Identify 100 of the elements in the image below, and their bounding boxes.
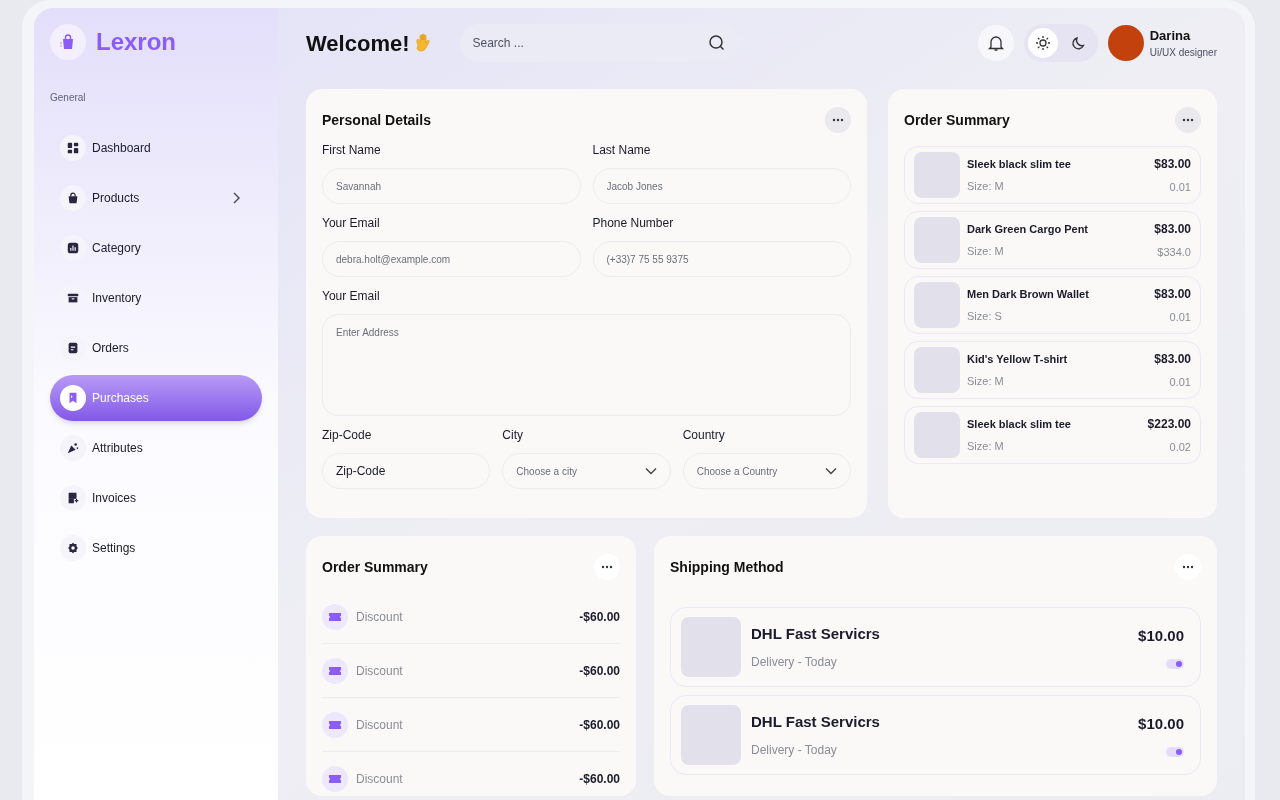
product-name: Sleek black slim tee	[967, 156, 1072, 172]
sidebar-item[interactable]: Orders	[50, 325, 262, 371]
chevron-down-icon	[644, 467, 657, 475]
discount-label: Discount	[356, 608, 404, 626]
discount-amount: -$60.00	[579, 716, 620, 734]
product-photo-placeholder	[914, 347, 960, 393]
product-subtotal: 0.02	[1169, 439, 1191, 455]
user-avatar[interactable]	[1107, 25, 1144, 61]
discount-amount: -$60.00	[579, 662, 620, 680]
section-label: General	[50, 91, 87, 105]
shipping-price: $10.00	[1138, 625, 1184, 646]
sidebar-item[interactable]: Settings	[50, 525, 262, 571]
field-label: Your Email	[322, 288, 381, 305]
more-icon	[1182, 565, 1194, 569]
settings-icon	[66, 541, 80, 555]
card-title: Order Summary	[322, 557, 428, 577]
shipping-option-card[interactable]: DHL Fast Servicrs Delivery - Today $10.00	[670, 695, 1201, 775]
discount-label: Discount	[356, 771, 404, 788]
card-title: Personal Details	[322, 110, 431, 130]
address-field[interactable]: Enter Address	[322, 314, 851, 416]
field-label: First Name	[322, 142, 382, 159]
toggle-switch[interactable]	[1166, 659, 1184, 670]
product-photo-placeholder	[681, 705, 741, 765]
shipping-name: DHL Fast Servicrs	[751, 711, 881, 732]
discount-label: Discount	[356, 662, 404, 680]
field-label: Your Email	[322, 215, 381, 232]
field-label: City	[502, 427, 524, 444]
product-subtotal: $334.0	[1157, 244, 1191, 260]
product-size: Size: M	[967, 439, 1005, 454]
discount-amount: -$60.00	[579, 608, 620, 626]
field-label: Last Name	[592, 142, 652, 159]
input-field[interactable]: debra.holt@example.com	[322, 241, 581, 277]
ticket-icon	[322, 711, 348, 738]
sidebar-item[interactable]: Attributes	[50, 425, 262, 471]
document-icon	[66, 341, 80, 355]
discount-label: Discount	[356, 716, 404, 734]
product-photo-placeholder	[914, 152, 960, 198]
logo-icon	[50, 24, 86, 60]
bag-icon	[66, 191, 80, 205]
light-mode-button[interactable]	[1027, 28, 1058, 58]
product-price: $223.00	[1147, 415, 1191, 433]
product-size: Size: M	[967, 179, 1005, 194]
more-icon	[601, 565, 613, 569]
delivery-time: Delivery - Today	[751, 654, 838, 672]
search-icon	[707, 34, 726, 52]
product-photo-placeholder	[914, 412, 960, 458]
input-field[interactable]: Jacob Jones	[592, 168, 851, 204]
moon-icon	[1070, 35, 1087, 51]
field-label: Country	[682, 427, 726, 444]
dropdown[interactable]: Choose a city	[502, 453, 671, 489]
field-label: Phone Number	[592, 215, 675, 232]
card-title: Shipping Method	[670, 557, 784, 577]
product-name: Sleek black slim tee	[967, 416, 1072, 432]
product-photo-placeholder	[914, 217, 960, 263]
shipping-option-card[interactable]: DHL Fast Servicrs Delivery - Today $10.00	[670, 607, 1201, 687]
page-title: Welcome!	[306, 29, 410, 58]
product-price: $83.00	[1154, 285, 1191, 303]
sun-icon	[1034, 35, 1051, 51]
shipping-name: DHL Fast Servicrs	[751, 623, 881, 644]
more-icon	[1182, 118, 1194, 122]
ticket-icon	[322, 657, 348, 684]
notification-button[interactable]	[977, 25, 1014, 61]
product-price: $83.00	[1154, 220, 1191, 238]
shipping-price: $10.00	[1138, 713, 1184, 734]
ticket-icon	[322, 603, 348, 630]
card-title: Order Summary	[904, 110, 1010, 130]
brand-name: Lexron	[96, 27, 176, 57]
delivery-time: Delivery - Today	[751, 742, 838, 760]
input-field[interactable]: (+33)7 75 55 9375	[592, 241, 851, 277]
ticket-icon	[322, 766, 348, 792]
product-name: Men Dark Brown Wallet	[967, 286, 1090, 302]
bell-icon	[986, 34, 1005, 52]
input-field[interactable]: Zip-Code	[322, 453, 491, 489]
discount-amount: -$60.00	[579, 771, 620, 788]
dropdown[interactable]: Choose a Country	[682, 453, 851, 489]
product-subtotal: 0.01	[1169, 179, 1191, 195]
user-name: Darina	[1149, 26, 1192, 45]
toggle-switch[interactable]	[1166, 747, 1184, 758]
input-field[interactable]: Savannah	[322, 168, 581, 204]
product-size: Size: S	[967, 309, 1003, 324]
field-label: Zip-Code	[322, 427, 373, 444]
invoice-icon	[66, 491, 80, 505]
product-photo-placeholder	[681, 617, 741, 677]
product-subtotal: 0.01	[1169, 374, 1191, 390]
product-price: $83.00	[1154, 155, 1191, 173]
sidebar-item[interactable]: Category	[50, 225, 262, 271]
sidebar-item[interactable]: Products	[50, 175, 262, 221]
chevron-down-icon	[825, 467, 837, 475]
product-photo-placeholder	[914, 282, 960, 328]
product-size: Size: M	[967, 374, 1005, 389]
user-role: Ui/UX designer	[1149, 46, 1217, 61]
product-subtotal: 0.01	[1169, 309, 1191, 325]
sidebar-item[interactable]: Inventory	[50, 275, 262, 321]
sidebar-item[interactable]: Dashboard	[50, 125, 262, 171]
chart-icon	[66, 241, 80, 255]
product-name: Dark Green Cargo Pent	[967, 221, 1090, 237]
box-icon	[66, 291, 80, 305]
brush-icon	[66, 441, 80, 455]
product-name: Kid's Yellow T-shirt	[967, 351, 1069, 367]
sidebar-item[interactable]: Invoices	[50, 475, 262, 521]
